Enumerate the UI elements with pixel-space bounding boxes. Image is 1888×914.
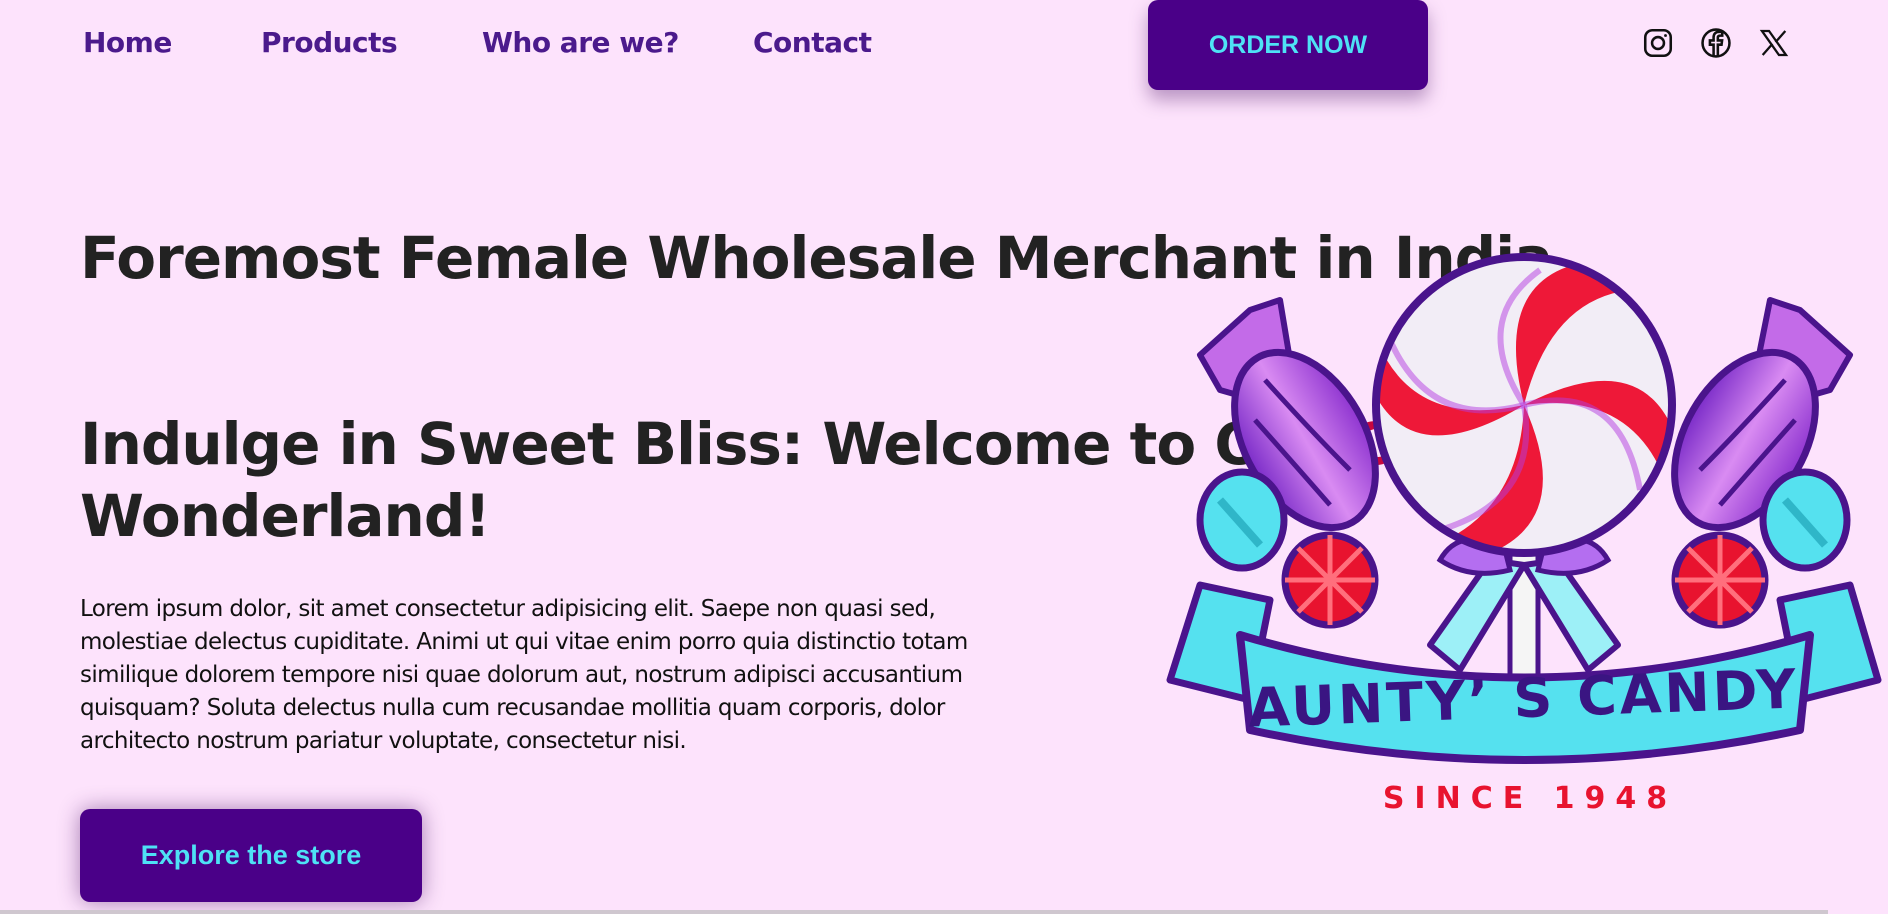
x-icon[interactable] — [1757, 26, 1791, 60]
swirl-lollipop — [1372, 253, 1676, 557]
instagram-icon[interactable] — [1641, 26, 1675, 60]
left-round-candy — [1281, 531, 1379, 629]
aunty-candy-logo: AUNTY’ S CANDY SINCE 1948 — [1160, 230, 1888, 830]
explore-store-button[interactable]: Explore the store — [80, 809, 422, 902]
subtitle-text-end: Wonderland! — [80, 482, 491, 550]
facebook-icon[interactable] — [1699, 26, 1733, 60]
horizontal-scrollbar[interactable] — [0, 910, 1828, 914]
nav-link-home[interactable]: Home — [83, 26, 172, 59]
top-nav: Home Products Who are we? Contact ORDER … — [0, 0, 1888, 96]
left-wrapped-candy — [1196, 297, 1379, 572]
hero-description: Lorem ipsum dolor, sit amet consectetur … — [80, 596, 968, 754]
right-wrapped-candy — [1671, 297, 1853, 572]
nav-link-who-are-we[interactable]: Who are we? — [482, 26, 679, 59]
order-now-button[interactable]: ORDER NOW — [1148, 0, 1428, 90]
right-round-candy — [1671, 531, 1769, 629]
nav-link-products[interactable]: Products — [261, 26, 398, 59]
logo-since-text: SINCE 1948 — [1383, 781, 1677, 816]
nav-link-contact[interactable]: Contact — [753, 26, 872, 59]
